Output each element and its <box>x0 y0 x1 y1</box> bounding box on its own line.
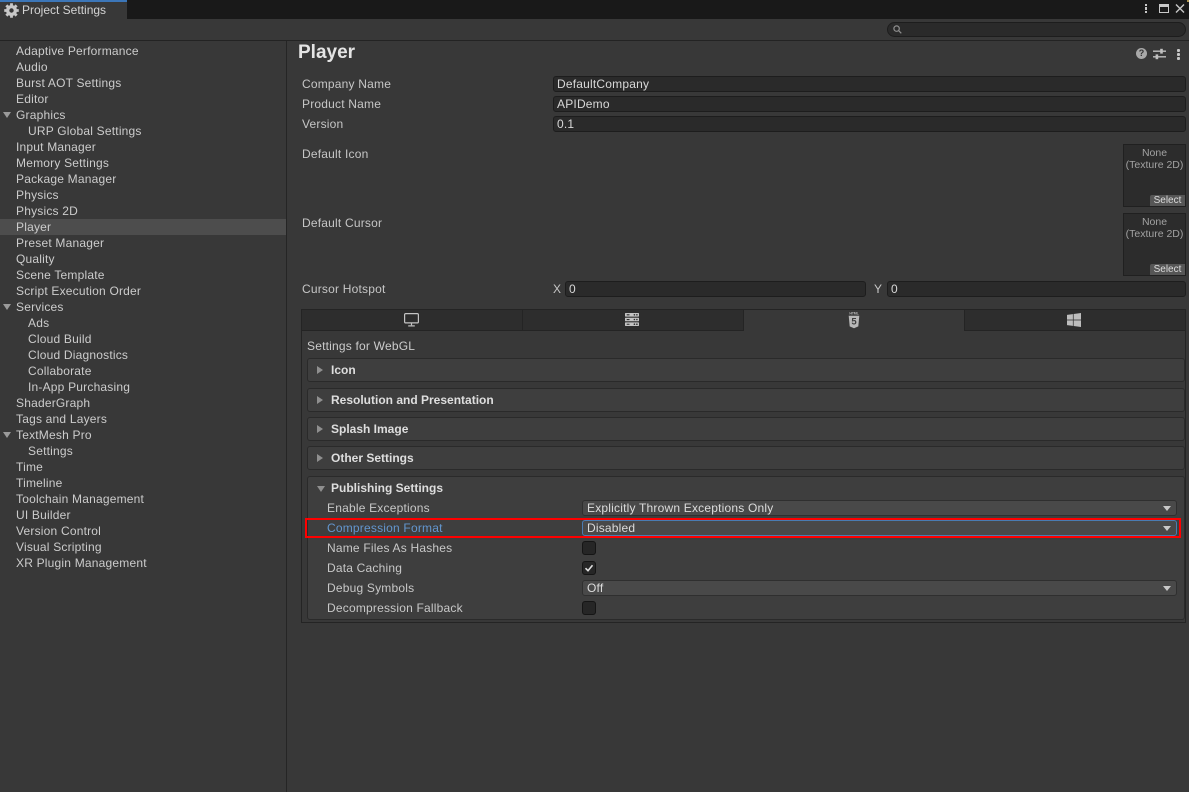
svg-text:HTML: HTML <box>849 312 859 316</box>
svg-text:5: 5 <box>851 317 857 328</box>
